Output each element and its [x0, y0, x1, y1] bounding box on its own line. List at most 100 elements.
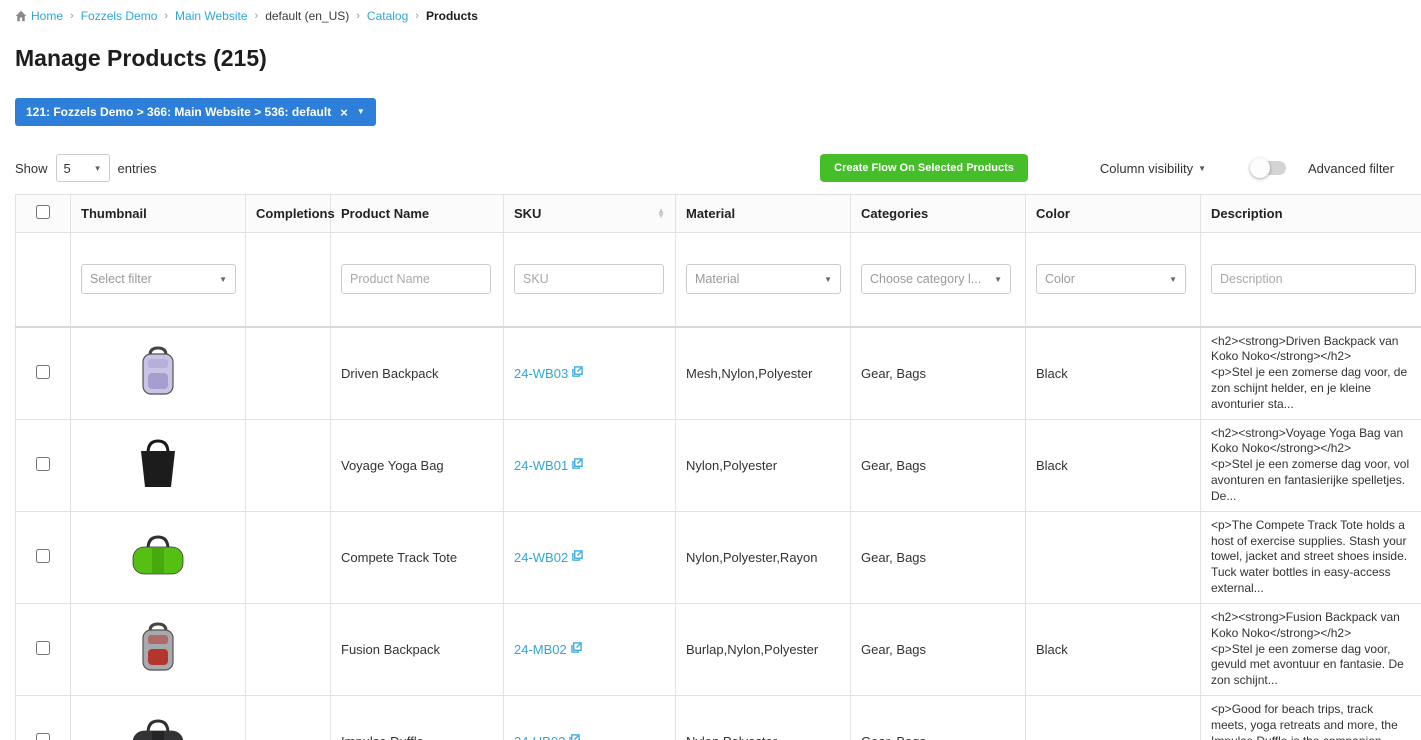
thumbnail-filter-placeholder: Select filter: [90, 272, 152, 287]
color-cell: [1025, 510, 1201, 604]
column-visibility-dropdown[interactable]: Column visibility ▼: [1100, 161, 1206, 176]
color-filter-placeholder: Color: [1045, 272, 1075, 287]
sku-filter-input[interactable]: [514, 264, 664, 295]
home-icon: [15, 10, 27, 22]
column-header-product-name[interactable]: Product Name: [330, 194, 504, 233]
products-table: Thumbnail Completions Product Name SKU ▲…: [15, 194, 1421, 740]
breadcrumb-fozzels-demo[interactable]: Fozzels Demo: [81, 9, 158, 23]
breadcrumb-home-label: Home: [31, 9, 64, 23]
column-header-color[interactable]: Color: [1025, 194, 1201, 233]
categories-filter-placeholder: Choose category l...: [870, 272, 982, 287]
thumbnail-filter-select[interactable]: Select filter ▼: [81, 264, 236, 295]
sku-link[interactable]: 24-MB02: [514, 642, 567, 657]
column-header-description[interactable]: Description: [1200, 194, 1421, 233]
material-cell: Burlap,Nylon,Polyester: [675, 602, 851, 697]
row-checkbox[interactable]: [36, 640, 50, 655]
color-filter-select[interactable]: Color ▼: [1036, 264, 1186, 295]
row-checkbox[interactable]: [36, 456, 50, 471]
product-name-cell: Impulse Duffle: [330, 695, 504, 740]
categories-cell: Gear, Bags: [850, 602, 1026, 697]
categories-filter-select[interactable]: Choose category l... ▼: [861, 264, 1011, 295]
material-cell: Mesh,Nylon,Polyester: [675, 326, 851, 420]
categories-cell: Gear, Bags: [850, 695, 1026, 740]
product-name-cell: Voyage Yoga Bag: [330, 418, 504, 512]
description-filter-input[interactable]: [1211, 264, 1416, 295]
breadcrumb-main-website[interactable]: Main Website: [175, 9, 247, 23]
categories-cell: Gear, Bags: [850, 326, 1026, 420]
product-name-cell: Fusion Backpack: [330, 602, 504, 697]
description-cell: <p>The Compete Track Tote holds a host o…: [1211, 517, 1408, 596]
external-link-icon: [571, 642, 582, 653]
completions-cell: [245, 695, 331, 740]
color-cell: [1025, 695, 1201, 740]
product-thumbnail-backpack: [142, 346, 174, 395]
breadcrumb-separator: ›: [356, 10, 360, 22]
description-cell: <h2><strong>Voyage Yoga Bag van Koko Nok…: [1211, 425, 1410, 503]
breadcrumb: Home › Fozzels Demo › Main Website › def…: [0, 0, 1421, 29]
color-cell: Black: [1025, 326, 1201, 420]
entries-per-page-value: 5: [63, 160, 71, 176]
material-cell: Nylon,Polyester: [675, 418, 851, 512]
scope-chip-caret-icon[interactable]: ▼: [357, 108, 365, 116]
scope-chip-label: 121: Fozzels Demo > 366: Main Website > …: [26, 105, 332, 119]
row-checkbox[interactable]: [36, 548, 50, 563]
completions-cell: [245, 418, 331, 512]
table-row[interactable]: Fusion Backpack 24-MB02 Burlap,Nylon,Pol…: [15, 602, 1421, 697]
material-filter-placeholder: Material: [695, 272, 740, 287]
product-thumbnail-tote: [141, 439, 175, 487]
scope-chip-close-icon[interactable]: ×: [340, 106, 348, 119]
column-visibility-label: Column visibility: [1099, 160, 1194, 176]
breadcrumb-catalog[interactable]: Catalog: [367, 9, 408, 23]
page-title: Manage Products (215): [15, 45, 267, 71]
sku-header-label: SKU: [514, 206, 542, 221]
sku-link[interactable]: 24-WB02: [514, 550, 568, 565]
sku-link[interactable]: 24-WB03: [514, 366, 568, 381]
product-thumbnail-duffle: [132, 719, 184, 740]
material-filter-select[interactable]: Material ▼: [686, 264, 841, 295]
product-name-cell: Driven Backpack: [330, 326, 504, 420]
completions-cell: [245, 602, 331, 697]
scope-chip[interactable]: 121: Fozzels Demo > 366: Main Website > …: [15, 98, 376, 126]
entries-per-page-select[interactable]: 5 ▼: [55, 154, 110, 182]
column-header-categories[interactable]: Categories: [850, 194, 1026, 233]
column-header-material[interactable]: Material: [675, 194, 851, 233]
product-name-filter-input[interactable]: [341, 264, 491, 295]
sku-link[interactable]: 24-WB01: [514, 458, 568, 473]
breadcrumb-separator: ›: [70, 10, 74, 22]
sku-link[interactable]: 24-UB02: [514, 734, 565, 740]
row-checkbox[interactable]: [36, 733, 50, 740]
header-row: Thumbnail Completions Product Name SKU ▲…: [15, 194, 1421, 233]
external-link-icon: [572, 365, 583, 377]
table-row[interactable]: Driven Backpack 24-WB03 Mesh,Nylon,Polye…: [15, 326, 1421, 420]
product-thumbnail-backpack: [142, 622, 174, 671]
column-header-sku[interactable]: SKU ▲ ▼: [503, 194, 676, 233]
material-cell: Nylon,Polyester,Rayon: [675, 510, 851, 604]
breadcrumb-separator: ›: [164, 10, 169, 22]
product-thumbnail-duffle: [132, 535, 184, 575]
sort-icon[interactable]: ▲ ▼: [657, 206, 665, 219]
chevron-down-icon: ▼: [824, 274, 832, 284]
chevron-down-icon: ▼: [1198, 163, 1206, 173]
create-flow-button[interactable]: Create Flow On Selected Products: [820, 154, 1028, 182]
row-checkbox[interactable]: [36, 364, 50, 379]
external-link-icon: [572, 550, 583, 561]
chevron-down-icon: ▼: [93, 163, 102, 173]
table-row[interactable]: Impulse Duffle 24-UB02 Nylon,Polyester G…: [15, 695, 1421, 740]
table-row[interactable]: Voyage Yoga Bag 24-WB01 Nylon,Polyester …: [15, 418, 1421, 512]
entries-label: entries: [117, 160, 157, 176]
description-cell: <h2><strong>Driven Backpack van Koko Nok…: [1211, 333, 1408, 411]
show-label: Show: [15, 160, 48, 176]
product-name-cell: Compete Track Tote: [330, 510, 504, 604]
completions-cell: [245, 326, 331, 420]
toggle-knob: [1250, 158, 1270, 178]
color-cell: Black: [1025, 602, 1201, 697]
description-cell: <p>Good for beach trips, track meets, yo…: [1211, 702, 1398, 740]
chevron-down-icon: ▼: [994, 274, 1002, 284]
description-cell: <h2><strong>Fusion Backpack van Koko Nok…: [1211, 609, 1404, 688]
breadcrumb-home[interactable]: Home: [15, 9, 63, 23]
material-cell: Nylon,Polyester: [675, 695, 851, 740]
table-row[interactable]: Compete Track Tote 24-WB02 Nylon,Polyest…: [15, 510, 1421, 604]
advanced-filter-toggle[interactable]: [1250, 158, 1286, 178]
breadcrumb-separator: ›: [415, 10, 419, 22]
select-all-checkbox[interactable]: [36, 205, 50, 219]
